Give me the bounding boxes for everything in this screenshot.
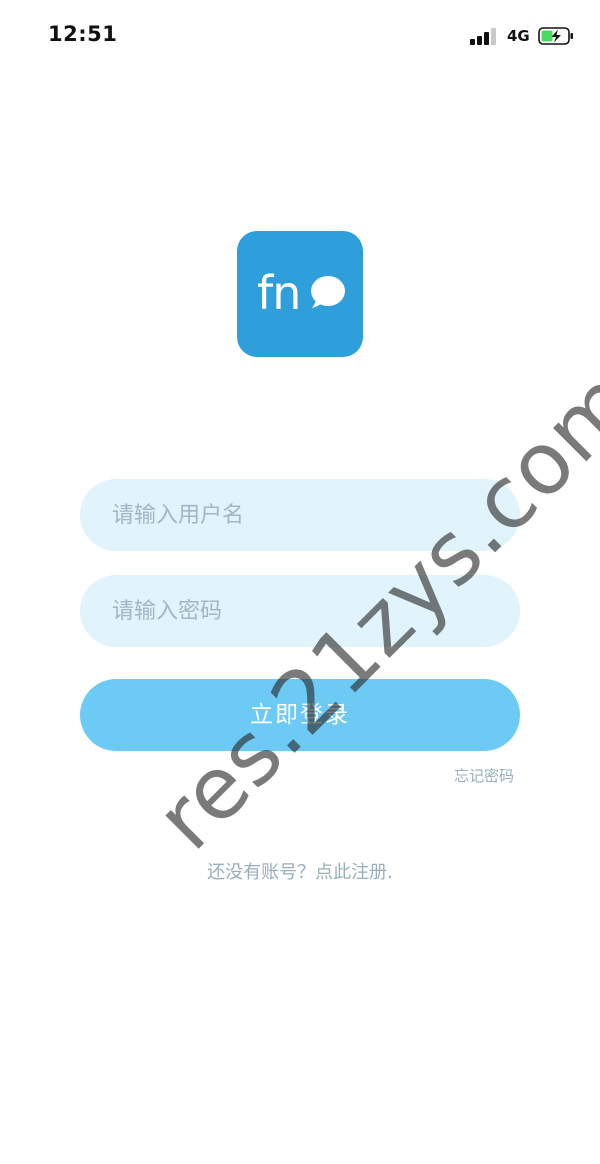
app-logo: fn [237, 231, 363, 357]
chat-bubble-icon [311, 276, 345, 308]
username-input[interactable] [112, 479, 492, 551]
password-field-container [80, 575, 520, 647]
login-button[interactable]: 立即登录 [80, 679, 520, 751]
password-input[interactable] [112, 575, 492, 647]
username-field-container [80, 479, 520, 551]
logo-text: fn [257, 266, 301, 320]
signal-icon [470, 27, 498, 45]
status-time: 12:51 [48, 22, 118, 46]
status-bar: 12:51 4G [0, 0, 600, 76]
register-link[interactable]: 还没有账号？点此注册. [0, 858, 600, 884]
forgot-password-link[interactable]: 忘记密码 [436, 765, 514, 786]
battery-charging-icon [538, 27, 573, 45]
network-type: 4G [507, 27, 530, 45]
